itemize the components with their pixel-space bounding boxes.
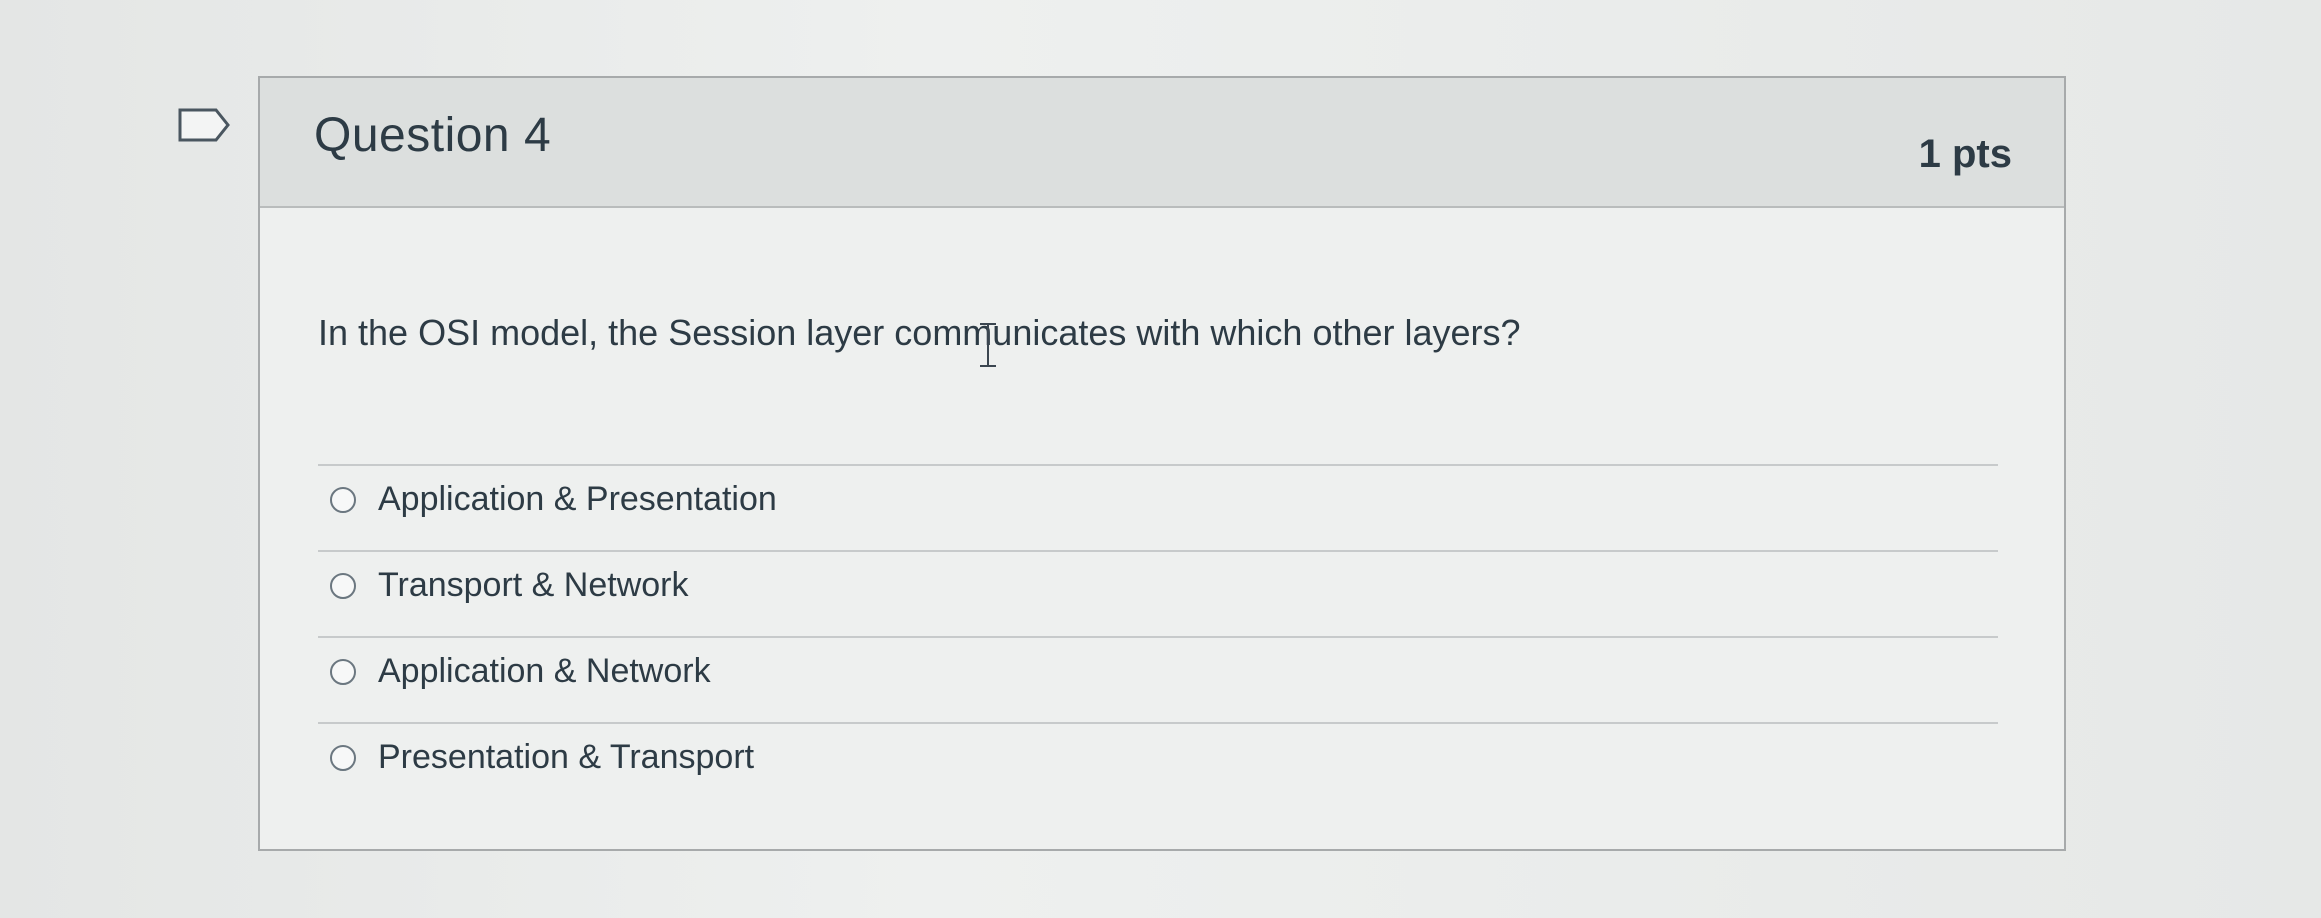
answer-label: Application & Network: [378, 652, 711, 690]
text-cursor-icon: [980, 323, 996, 367]
radio-unselected-icon[interactable]: [330, 658, 356, 685]
answer-divider: [318, 722, 1998, 724]
quiz-page: Question 4 1 pts In the OSI model, the S…: [0, 0, 2321, 918]
radio-unselected-icon[interactable]: [330, 486, 356, 513]
question-title: Question 4: [314, 109, 552, 162]
question-points: 1 pts: [1918, 132, 2012, 176]
answer-divider: [318, 550, 1998, 552]
answer-option-1[interactable]: Application & Presentation: [330, 480, 777, 519]
question-prompt: In the OSI model, the Session layer comm…: [318, 312, 1521, 353]
answer-label: Presentation & Transport: [378, 738, 755, 776]
answer-option-2[interactable]: Transport & Network: [330, 566, 689, 605]
answer-label: Application & Presentation: [378, 480, 777, 518]
bookmark-flag-icon[interactable]: [178, 108, 230, 142]
answer-option-3[interactable]: Application & Network: [330, 652, 711, 691]
answer-divider: [318, 636, 1998, 638]
question-card: Question 4 1 pts In the OSI model, the S…: [258, 76, 2066, 851]
radio-unselected-icon[interactable]: [330, 572, 356, 599]
radio-unselected-icon[interactable]: [330, 744, 356, 771]
question-header: Question 4 1 pts: [260, 78, 2064, 208]
answer-divider: [318, 464, 1998, 466]
answer-label: Transport & Network: [378, 566, 689, 604]
answer-option-4[interactable]: Presentation & Transport: [330, 738, 754, 777]
